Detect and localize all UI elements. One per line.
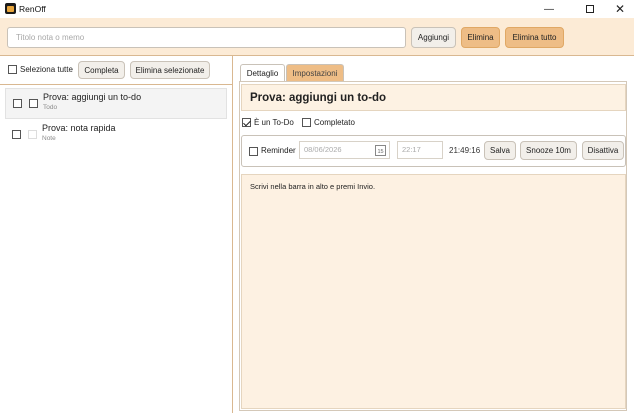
detail-title: Prova: aggiungi un to-do (250, 92, 387, 104)
item-done-checkbox[interactable] (29, 99, 38, 108)
item-title: Prova: aggiungi un to-do (43, 92, 142, 102)
completed-checkbox[interactable] (302, 118, 311, 127)
calendar-icon[interactable]: 15 (375, 145, 386, 156)
current-time: 21:49:16 (449, 146, 481, 155)
close-icon[interactable]: ✕ (606, 0, 634, 18)
select-all-label: Seleziona tutte (20, 65, 73, 74)
item-type: Todo (43, 104, 58, 111)
disable-button[interactable]: Disattiva (582, 141, 624, 160)
app-logo-icon (5, 3, 16, 14)
tab-detail[interactable]: Dettaglio (240, 64, 285, 81)
reminder-time-field[interactable]: 22:17 (397, 141, 443, 159)
list-header-divider (0, 84, 232, 85)
item-select-checkbox[interactable] (12, 130, 21, 139)
item-done-checkbox (28, 130, 37, 139)
snooze-button[interactable]: Snooze 10m (520, 141, 577, 160)
note-title-input[interactable]: Titolo nota o memo (7, 27, 406, 48)
is-todo-checkbox[interactable] (242, 118, 251, 127)
list-item[interactable]: Prova: aggiungi un to-do Todo (5, 88, 227, 119)
delete-all-button[interactable]: Elimina tutto (505, 27, 564, 48)
delete-selected-button[interactable]: Elimina selezionate (130, 61, 210, 79)
item-type: Note (42, 135, 56, 142)
completed-label: Completato (314, 118, 355, 127)
minimize-icon[interactable]: — (535, 0, 563, 18)
calendar-day: 15 (377, 149, 384, 155)
select-all-checkbox[interactable] (8, 65, 17, 74)
note-body-editor[interactable]: Scrivi nella barra in alto e premi Invio… (241, 174, 626, 409)
reminder-label: Reminder (261, 146, 296, 155)
detail-header: Prova: aggiungi un to-do (241, 84, 626, 111)
note-body-text: Scrivi nella barra in alto e premi Invio… (250, 182, 376, 191)
window-title: RenOff (19, 4, 46, 14)
reminder-date-value: 08/06/2026 (304, 145, 342, 154)
maximize-icon[interactable] (576, 0, 604, 18)
is-todo-label: È un To-Do (254, 118, 294, 127)
tab-settings[interactable]: Impostazioni (286, 64, 344, 81)
item-title: Prova: nota rapida (42, 123, 116, 133)
item-select-checkbox[interactable] (13, 99, 22, 108)
delete-button[interactable]: Elimina (461, 27, 500, 48)
add-button[interactable]: Aggiungi (411, 27, 456, 48)
list-item[interactable]: Prova: nota rapida Note (5, 120, 227, 151)
save-button[interactable]: Salva (484, 141, 516, 160)
complete-button[interactable]: Completa (78, 61, 125, 79)
reminder-checkbox[interactable] (249, 147, 258, 156)
reminder-date-field[interactable]: 08/06/2026 15 (299, 141, 390, 159)
